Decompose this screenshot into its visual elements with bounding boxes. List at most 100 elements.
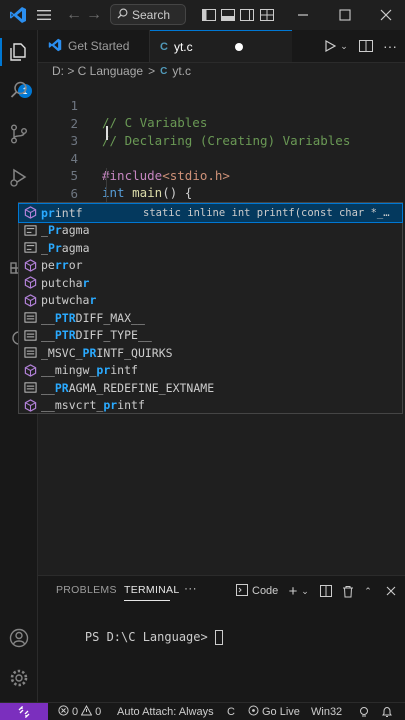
c-file-icon: C [160,65,168,77]
tab-get-started[interactable]: Get Started [38,30,150,62]
platform-status[interactable]: Win32 [311,703,342,720]
manage-gear-icon[interactable] [0,660,37,696]
method-cube-icon [22,257,38,273]
text-keyword-icon [22,345,38,361]
tab-terminal[interactable]: TERMINAL [124,584,180,596]
terminal-dropdown-chevron-icon[interactable]: ⌄ [300,582,310,600]
suggestion-label: __mingw_printf [41,363,138,378]
panel-more-icon[interactable]: ··· [184,581,197,595]
text-keyword-icon [22,240,38,256]
autocomplete-suggestions: printf static inline int printf(const cha… [18,202,403,414]
maximize-icon[interactable] [333,0,357,30]
method-cube-icon [22,362,38,378]
toggle-primary-sidebar-icon[interactable] [201,0,217,30]
tab-yt-c[interactable]: C yt.c [150,30,292,62]
code-line: 2 // Declaring (Creating) Variables [38,98,405,148]
source-control-icon[interactable] [0,116,37,152]
breadcrumb-separator: > [148,64,156,78]
text-keyword-icon [22,380,38,396]
suggestion-item[interactable]: __PRAGMA_REDEFINE_EXTNAME [19,379,402,397]
remote-icon [18,705,30,718]
breadcrumb: D: > C Language > C yt.c [52,62,191,80]
menu-icon[interactable] [32,0,56,30]
status-bar: 0 0 Auto Attach: Always C Go Live Win32 [0,702,405,720]
notifications-bell-icon[interactable] [381,703,393,720]
unsaved-dot-icon[interactable] [235,43,243,51]
minimize-icon[interactable] [291,0,315,30]
code-line: 4 #include<stdio.h> [38,133,405,183]
broadcast-icon [248,705,259,719]
suggestion-label: printf [41,205,83,220]
suggestion-item[interactable]: __PTRDIFF_TYPE__ [19,327,402,345]
language-mode[interactable]: C [227,703,235,720]
suggestion-item[interactable]: __PTRDIFF_MAX__ [19,309,402,327]
go-live-button[interactable]: Go Live [248,703,300,720]
suggestion-item[interactable]: _Pragma [19,222,402,240]
toggle-secondary-sidebar-icon[interactable] [239,0,255,30]
maximize-panel-chevron-icon[interactable]: ⌃ [360,582,376,600]
feedback-icon[interactable] [358,703,370,720]
suggestion-label: __msvcrt_printf [41,398,145,413]
trash-icon[interactable] [340,582,356,600]
method-cube-icon [22,397,38,413]
bottom-panel: PROBLEMS TERMINAL ··· Code + ⌄ ⌃ PS D:\C… [38,575,405,703]
suggestion-item[interactable]: putwchar [19,292,402,310]
close-window-icon[interactable] [374,0,398,30]
vscode-logo-icon [4,0,32,30]
suggestion-label: _Pragma [41,223,90,238]
customize-layout-icon[interactable] [259,0,275,30]
suggestion-item[interactable]: perror [19,257,402,275]
search-label: Search [132,7,171,22]
accounts-icon[interactable] [0,620,37,656]
suggestion-item[interactable]: printf static inline int printf(const cha… [18,203,403,223]
split-terminal-icon[interactable] [318,582,334,600]
code-line-current: 7 pr [38,185,405,236]
run-dropdown-chevron-icon[interactable]: ⌄ [338,30,350,62]
warning-count: 0 [95,705,102,718]
suggestion-item[interactable]: __msvcrt_printf [19,397,402,415]
c-file-icon: C [160,40,168,53]
error-count: 0 [72,705,79,718]
text-keyword-icon [22,310,38,326]
tab-problems[interactable]: PROBLEMS [56,584,117,596]
back-arrow-icon[interactable]: ← [64,0,84,30]
new-terminal-plus-icon[interactable]: + [286,582,300,600]
terminal-output[interactable]: PS D:\C Language> [56,616,223,659]
breadcrumb-file[interactable]: yt.c [172,64,191,78]
run-debug-icon[interactable] [0,159,37,195]
suggestion-item[interactable]: _MSVC_PRINTF_QUIRKS [19,344,402,362]
suggestion-item[interactable]: _Pragma [19,239,402,257]
remote-indicator[interactable] [0,703,48,720]
split-editor-icon[interactable] [356,30,376,62]
search-icon [117,8,128,22]
auto-attach-status[interactable]: Auto Attach: Always [117,703,214,720]
code-line: 1 // C Variables [38,80,405,130]
tab-label: Get Started [68,39,130,53]
method-cube-icon [22,292,38,308]
more-actions-icon[interactable]: ··· [380,30,400,62]
go-live-label: Go Live [262,705,300,718]
code-line: 6 int myNum = 5; [38,168,405,218]
suggestion-label: putchar [41,275,90,290]
suggestion-item[interactable]: putchar [19,274,402,292]
run-file-icon[interactable] [320,30,340,62]
breadcrumb-folder[interactable]: D: > C Language [52,64,143,78]
command-center-search[interactable]: Search [110,4,186,25]
text-keyword-icon [22,222,38,238]
search-view-icon[interactable] [0,72,37,108]
vscode-tab-icon [48,38,62,55]
suggestion-label: _MSVC_PRINTF_QUIRKS [41,345,173,360]
indent-guide [106,168,107,202]
forward-arrow-icon[interactable]: → [84,0,104,30]
code-line: 3 [38,115,405,148]
explorer-icon[interactable] [0,34,37,70]
problems-status[interactable]: 0 0 [58,703,101,720]
terminal-profile-button[interactable]: Code [236,582,278,600]
text-keyword-icon [22,327,38,343]
close-panel-icon[interactable] [383,582,399,600]
suggestion-item[interactable]: __mingw_printf [19,362,402,380]
title-bar: ← → Search [0,0,405,30]
toggle-panel-icon[interactable] [220,0,236,30]
suggestion-label: _Pragma [41,240,90,255]
terminal-icon [236,583,248,599]
